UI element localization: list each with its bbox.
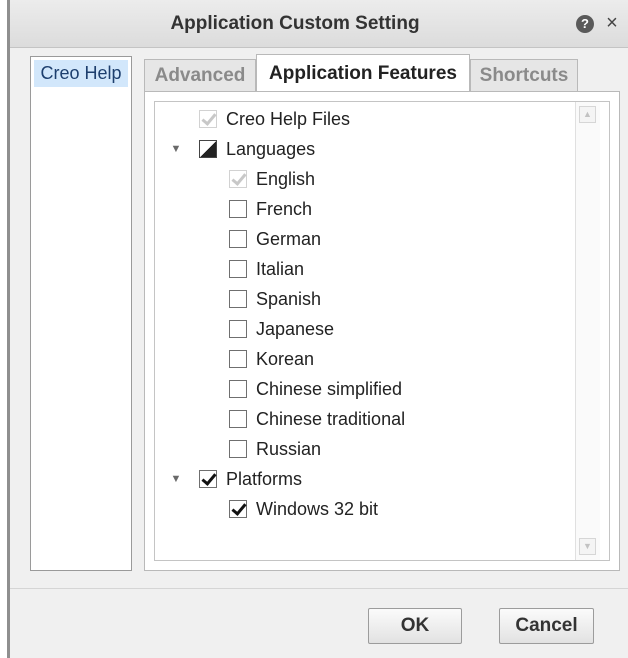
ok-button[interactable]: OK — [368, 608, 462, 644]
application-custom-setting-dialog: Application Custom Setting ? × Creo Help… — [7, 0, 628, 658]
checkbox-spanish[interactable] — [229, 290, 247, 308]
tree-row-windows-32-bit[interactable]: Windows 32 bit — [155, 494, 575, 524]
dialog-title: Application Custom Setting — [170, 13, 420, 34]
checkbox-french[interactable] — [229, 200, 247, 218]
tree-label: Italian — [256, 259, 305, 279]
tree-label: Creo Help Files — [226, 109, 351, 129]
cancel-button[interactable]: Cancel — [499, 608, 594, 644]
checkbox-russian[interactable] — [229, 440, 247, 458]
checkbox-korean[interactable] — [229, 350, 247, 368]
checkbox-japanese[interactable] — [229, 320, 247, 338]
tree-label: Platforms — [226, 469, 303, 489]
tree-row-platforms[interactable]: ▼ Platforms — [155, 464, 575, 494]
checkbox-chinese-simplified[interactable] — [229, 380, 247, 398]
category-item-creo-help[interactable]: Creo Help — [34, 60, 128, 87]
scroll-up-arrow-icon[interactable]: ▲ — [579, 106, 596, 123]
tree-label: English — [256, 169, 316, 189]
feature-tree: Creo Help Files ▼ Languages English Fren… — [154, 101, 610, 561]
tree-row-french[interactable]: French — [155, 194, 575, 224]
tree-label: Korean — [256, 349, 315, 369]
expand-arrow-icon[interactable]: ▼ — [169, 464, 183, 494]
tab-application-features[interactable]: Application Features — [256, 54, 470, 91]
tree-row-english[interactable]: English — [155, 164, 575, 194]
tree-row-chinese-simplified[interactable]: Chinese simplified — [155, 374, 575, 404]
tree-label: Languages — [226, 139, 316, 159]
vertical-scrollbar[interactable]: ▲ ▼ — [575, 102, 600, 560]
tree-row-japanese[interactable]: Japanese — [155, 314, 575, 344]
close-icon[interactable]: × — [602, 11, 622, 35]
tab-advanced[interactable]: Advanced — [144, 59, 256, 91]
tree-row-italian[interactable]: Italian — [155, 254, 575, 284]
category-list: Creo Help — [30, 56, 132, 571]
application-features-panel: Creo Help Files ▼ Languages English Fren… — [144, 91, 620, 571]
tree-label: Windows 32 bit — [256, 499, 379, 519]
title-bar: Application Custom Setting ? × — [10, 0, 628, 48]
tree-row-chinese-traditional[interactable]: Chinese traditional — [155, 404, 575, 434]
footer-divider — [10, 588, 628, 589]
tree-row-creo-help-files[interactable]: Creo Help Files — [155, 104, 575, 134]
tree-row-spanish[interactable]: Spanish — [155, 284, 575, 314]
checkbox-creo-help-files — [199, 110, 217, 128]
tree-row-languages[interactable]: ▼ Languages — [155, 134, 575, 164]
checkbox-english — [229, 170, 247, 188]
checkbox-german[interactable] — [229, 230, 247, 248]
tree-label: Chinese simplified — [256, 379, 403, 399]
tree-label: Chinese traditional — [256, 409, 406, 429]
checkbox-italian[interactable] — [229, 260, 247, 278]
checkbox-platforms[interactable] — [199, 470, 217, 488]
checkbox-windows-32-bit[interactable] — [229, 500, 247, 518]
tab-shortcuts[interactable]: Shortcuts — [470, 59, 578, 91]
checkbox-chinese-traditional[interactable] — [229, 410, 247, 428]
tree-row-russian[interactable]: Russian — [155, 434, 575, 464]
tree-label: Japanese — [256, 319, 335, 339]
tree-row-german[interactable]: German — [155, 224, 575, 254]
checkbox-languages[interactable] — [199, 140, 217, 158]
tree-label: German — [256, 229, 322, 249]
tree-label: French — [256, 199, 313, 219]
tree-label: Russian — [256, 439, 322, 459]
expand-arrow-icon[interactable]: ▼ — [169, 134, 183, 164]
tree-row-korean[interactable]: Korean — [155, 344, 575, 374]
help-icon[interactable]: ? — [576, 15, 594, 33]
tree-label: Spanish — [256, 289, 322, 309]
scroll-down-arrow-icon[interactable]: ▼ — [579, 538, 596, 555]
